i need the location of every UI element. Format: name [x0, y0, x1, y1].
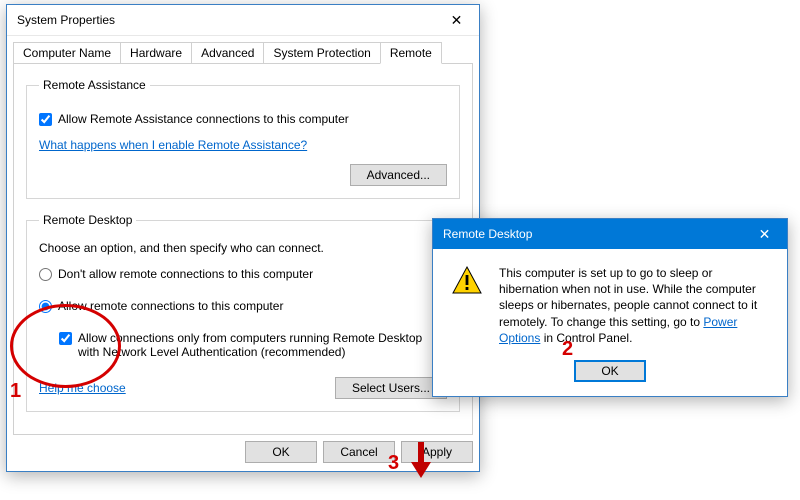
- close-icon[interactable]: ✕: [434, 5, 479, 35]
- remote-assistance-legend: Remote Assistance: [39, 78, 150, 92]
- cancel-button[interactable]: Cancel: [323, 441, 395, 463]
- warning-icon: [451, 265, 483, 297]
- remote-desktop-group: Remote Desktop Choose an option, and the…: [26, 213, 460, 412]
- rd-deny-label: Don't allow remote connections to this c…: [58, 267, 313, 281]
- ok-button[interactable]: OK: [245, 441, 317, 463]
- titlebar: Remote Desktop ✕: [433, 219, 787, 249]
- rd-allow-label: Allow remote connections to this compute…: [58, 299, 283, 313]
- nla-input[interactable]: [59, 332, 72, 345]
- tab-hardware[interactable]: Hardware: [120, 42, 192, 63]
- msgbox-text: This computer is set up to go to sleep o…: [499, 265, 769, 346]
- system-properties-window: System Properties ✕ Computer Name Hardwa…: [6, 4, 480, 472]
- remote-desktop-msgbox: Remote Desktop ✕ This computer is set up…: [432, 218, 788, 397]
- nla-label: Allow connections only from computers ru…: [78, 331, 439, 359]
- advanced-button[interactable]: Advanced...: [350, 164, 447, 186]
- rd-allow-input[interactable]: [39, 300, 52, 313]
- msgbox-body: This computer is set up to go to sleep o…: [433, 249, 787, 356]
- window-title: System Properties: [7, 13, 434, 27]
- nla-checkbox[interactable]: Allow connections only from computers ru…: [59, 331, 439, 359]
- tab-remote[interactable]: Remote: [380, 42, 442, 64]
- msgbox-title: Remote Desktop: [433, 227, 742, 241]
- close-icon[interactable]: ✕: [742, 219, 787, 249]
- apply-button[interactable]: Apply: [401, 441, 473, 463]
- tab-strip: Computer Name Hardware Advanced System P…: [7, 36, 479, 63]
- tab-computer-name[interactable]: Computer Name: [13, 42, 121, 63]
- msgbox-text-post: in Control Panel.: [540, 331, 632, 345]
- titlebar: System Properties ✕: [7, 5, 479, 36]
- remote-desktop-legend: Remote Desktop: [39, 213, 136, 227]
- dialog-button-row: OK Cancel Apply: [7, 441, 479, 471]
- rd-deny-radio[interactable]: Don't allow remote connections to this c…: [39, 267, 447, 281]
- tab-advanced[interactable]: Advanced: [191, 42, 264, 63]
- rd-deny-input[interactable]: [39, 268, 52, 281]
- select-users-button[interactable]: Select Users...: [335, 377, 447, 399]
- rd-allow-radio[interactable]: Allow remote connections to this compute…: [39, 299, 447, 313]
- tab-system-protection[interactable]: System Protection: [263, 42, 380, 63]
- msgbox-button-row: OK: [433, 356, 787, 396]
- allow-remote-assistance-checkbox[interactable]: Allow Remote Assistance connections to t…: [39, 112, 447, 126]
- msgbox-ok-button[interactable]: OK: [574, 360, 646, 382]
- tab-panel-remote: Remote Assistance Allow Remote Assistanc…: [13, 63, 473, 435]
- rd-intro: Choose an option, and then specify who c…: [39, 241, 447, 255]
- allow-remote-assistance-input[interactable]: [39, 113, 52, 126]
- help-me-choose-link[interactable]: Help me choose: [39, 381, 126, 395]
- remote-assistance-group: Remote Assistance Allow Remote Assistanc…: [26, 78, 460, 199]
- allow-remote-assistance-label: Allow Remote Assistance connections to t…: [58, 112, 349, 126]
- ra-help-link[interactable]: What happens when I enable Remote Assist…: [39, 138, 307, 152]
